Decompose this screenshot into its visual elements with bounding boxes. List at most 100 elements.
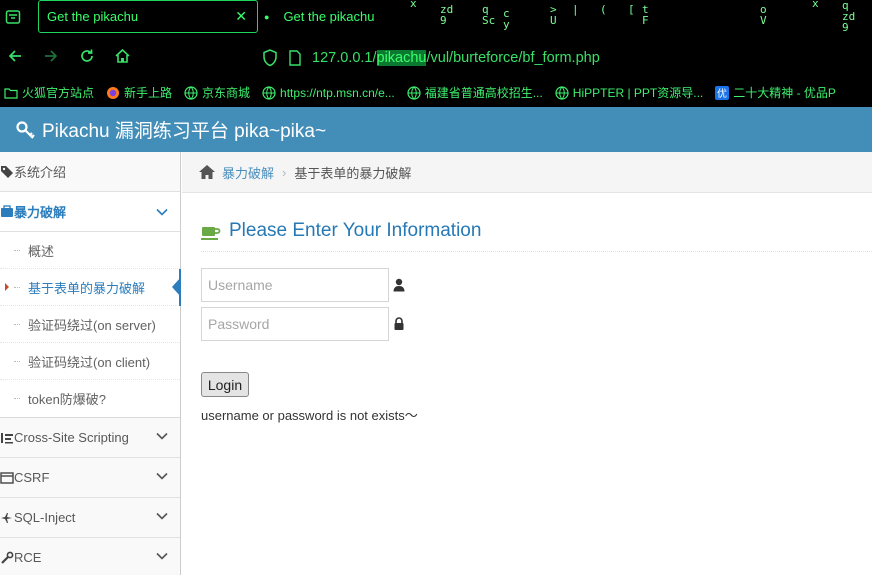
theme-glyphs: x bbox=[812, 0, 819, 10]
form-title: Please Enter Your Information bbox=[229, 220, 482, 241]
sidebar-subitem-label: 验证码绕过(on server) bbox=[28, 317, 156, 333]
globe-icon bbox=[407, 85, 421, 100]
sidebar-item-label: RCE bbox=[14, 550, 42, 565]
address-bar[interactable]: 127.0.0.1/pikachu/vul/burteforce/bf_form… bbox=[262, 46, 600, 70]
globe-icon bbox=[262, 85, 276, 100]
list-icon bbox=[1, 433, 13, 444]
section-title: Please Enter Your Information bbox=[201, 220, 872, 252]
tab-title: Get the pikachu bbox=[283, 9, 375, 24]
bookmark-label: 京东商城 bbox=[202, 86, 251, 100]
sidebar-subitem-label: 验证码绕过(on client) bbox=[28, 354, 151, 370]
password-input[interactable] bbox=[201, 307, 389, 341]
key-icon bbox=[16, 120, 35, 139]
sidebar-item-bruteforce[interactable]: 暴力破解 bbox=[0, 192, 180, 232]
tab-title: Get the pikachu bbox=[47, 9, 139, 24]
theme-glyphs: c y bbox=[503, 7, 510, 31]
url-path: /vul/burteforce/bf_form.php bbox=[426, 50, 600, 66]
sidebar-subitem-overview[interactable]: 概述 bbox=[0, 232, 180, 269]
forward-arrow-icon[interactable] bbox=[43, 48, 59, 68]
bookmarks-toolbar: 火狐官方站点 新手上路 京东商城 https://ntp.msn.cn/e...… bbox=[0, 78, 872, 107]
page-info-icon[interactable] bbox=[288, 50, 302, 66]
sidebar-item-intro[interactable]: 系统介绍 bbox=[0, 152, 180, 192]
breadcrumb: 暴力破解 › 基于表单的暴力破解 bbox=[182, 152, 872, 193]
you-icon: 优 bbox=[715, 85, 730, 100]
app-title: Pikachu 漏洞练习平台 pika~pika~ bbox=[42, 121, 327, 142]
bookmark-label: HiPPTER | PPT资源导... bbox=[572, 86, 704, 100]
sidebar-subitem-captcha-server[interactable]: 验证码绕过(on server) bbox=[0, 306, 180, 343]
tags-icon bbox=[1, 166, 13, 178]
tab-overview-icon[interactable] bbox=[0, 0, 26, 34]
theme-glyphs: o V bbox=[760, 3, 767, 27]
reload-icon[interactable] bbox=[79, 48, 95, 68]
url-highlight: pikachu bbox=[376, 50, 427, 66]
bookmark-item[interactable]: 火狐官方站点 bbox=[4, 84, 94, 101]
url-host: 127.0.0.1/ bbox=[312, 50, 377, 66]
bookmark-item[interactable]: https://ntp.msn.cn/e... bbox=[262, 86, 395, 100]
fighter-jet-icon bbox=[1, 513, 12, 523]
sidebar-subitem-label: token防爆破? bbox=[28, 392, 107, 407]
browser-tab-active[interactable]: Get the pikachu ✕ bbox=[38, 0, 258, 33]
chevron-down-icon bbox=[156, 512, 168, 520]
browser-nav-bar: 127.0.0.1/pikachu/vul/burteforce/bf_form… bbox=[0, 38, 872, 78]
breadcrumb-current: 基于表单的暴力破解 bbox=[294, 165, 412, 181]
sidebar-subitem-label: 概述 bbox=[28, 243, 55, 259]
sidebar-item-rce[interactable]: RCE bbox=[0, 538, 180, 575]
home-icon[interactable] bbox=[114, 48, 131, 68]
browser-tab[interactable]: ● Get the pikachu bbox=[264, 0, 375, 33]
app-header: Pikachu 漏洞练习平台 pika~pika~ bbox=[0, 107, 872, 152]
theme-glyphs: zd 9 bbox=[440, 3, 454, 27]
sidebar-subitem-token[interactable]: token防爆破? bbox=[0, 380, 180, 418]
csrf-icon bbox=[0, 472, 14, 484]
globe-icon bbox=[555, 85, 569, 100]
theme-glyphs: q Sc bbox=[482, 3, 496, 27]
breadcrumb-link[interactable]: 暴力破解 bbox=[222, 163, 274, 182]
sidebar-submenu: 概述 基于表单的暴力破解 验证码绕过(on server) 验证码绕过(on c… bbox=[0, 232, 181, 418]
tab-indicator-icon: ● bbox=[264, 11, 270, 22]
bookmark-item[interactable]: HiPPTER | PPT资源导... bbox=[555, 84, 703, 101]
user-icon bbox=[393, 278, 405, 292]
bookmark-item[interactable]: 新手上路 bbox=[106, 84, 172, 101]
sidebar-subitem-captcha-client[interactable]: 验证码绕过(on client) bbox=[0, 343, 180, 380]
globe-icon bbox=[184, 85, 198, 100]
theme-glyphs: | bbox=[572, 3, 579, 16]
error-message: username or password is not exists～ bbox=[201, 408, 418, 423]
sidebar: 系统介绍 暴力破解 概述 基于表单的暴力破解 验证码绕过(on server) … bbox=[0, 152, 181, 575]
bookmark-label: https://ntp.msn.cn/e... bbox=[280, 85, 395, 100]
bookmark-label: 火狐官方站点 bbox=[22, 86, 95, 100]
theme-glyphs: [ bbox=[628, 3, 635, 16]
lock-icon bbox=[394, 317, 404, 330]
theme-glyphs: > U bbox=[550, 3, 557, 27]
username-input[interactable] bbox=[201, 268, 389, 302]
sidebar-item-xss[interactable]: Cross-Site Scripting bbox=[0, 418, 180, 458]
bookmark-label: 二十大精神 - 优品P bbox=[733, 86, 836, 100]
sidebar-item-label: CSRF bbox=[14, 470, 50, 485]
sidebar-subitem-form-bruteforce[interactable]: 基于表单的暴力破解 bbox=[0, 269, 181, 306]
sidebar-item-label: SQL-Inject bbox=[14, 510, 76, 525]
home-icon[interactable] bbox=[198, 164, 216, 180]
coffee-icon bbox=[201, 227, 221, 240]
sidebar-item-csrf[interactable]: CSRF bbox=[0, 458, 180, 498]
chevron-down-icon bbox=[156, 208, 168, 216]
shield-icon[interactable] bbox=[262, 49, 278, 67]
folder-icon bbox=[4, 87, 18, 99]
sidebar-subitem-label: 基于表单的暴力破解 bbox=[28, 280, 146, 296]
bookmark-label: 福建省普通高校招生... bbox=[424, 86, 543, 100]
chevron-down-icon bbox=[156, 432, 168, 440]
sidebar-item-label: 系统介绍 bbox=[14, 165, 67, 180]
chevron-down-icon bbox=[156, 552, 168, 560]
svg-text:优: 优 bbox=[717, 87, 727, 100]
bookmark-item[interactable]: 福建省普通高校招生... bbox=[407, 84, 543, 101]
sidebar-item-sqli[interactable]: SQL-Inject bbox=[0, 498, 180, 538]
tab-close-icon[interactable]: ✕ bbox=[235, 8, 247, 25]
chevron-down-icon bbox=[156, 472, 168, 480]
theme-glyphs: x bbox=[410, 0, 417, 10]
theme-glyphs: q zd 9 bbox=[842, 0, 856, 34]
breadcrumb-separator-icon: › bbox=[282, 164, 287, 180]
bookmark-item[interactable]: 优 二十大精神 - 优品P bbox=[715, 84, 836, 101]
caret-right-icon bbox=[5, 283, 9, 291]
bruteforce-icon bbox=[1, 205, 13, 217]
login-button[interactable]: Login bbox=[201, 372, 249, 397]
wrench-icon bbox=[1, 551, 14, 564]
bookmark-item[interactable]: 京东商城 bbox=[184, 84, 250, 101]
back-arrow-icon[interactable] bbox=[7, 48, 23, 68]
